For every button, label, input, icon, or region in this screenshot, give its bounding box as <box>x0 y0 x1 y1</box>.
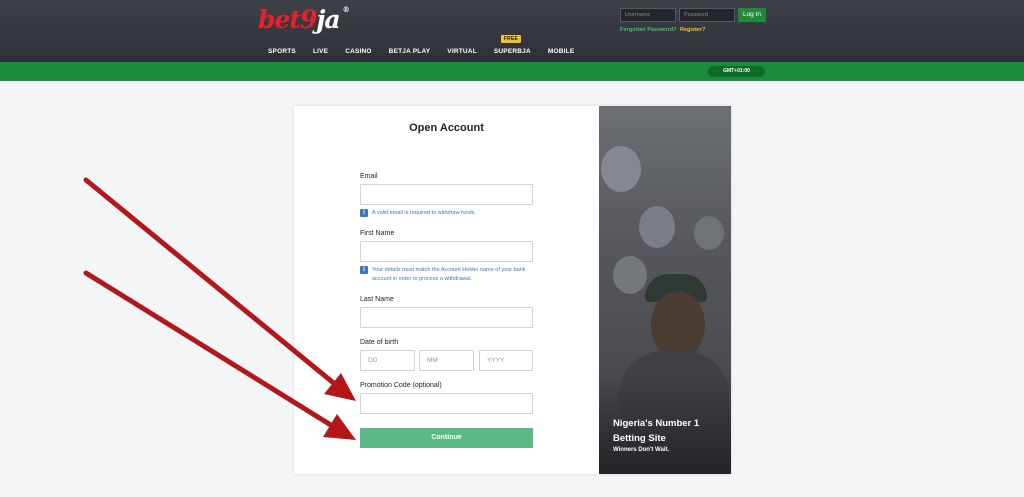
email-field[interactable] <box>360 184 533 205</box>
first-name-field[interactable] <box>360 241 533 262</box>
crowd-fan <box>601 146 641 192</box>
smiling-man <box>651 291 705 359</box>
crowd-fan <box>694 216 724 250</box>
nav-superbja[interactable]: FREE SUPERBJA <box>494 35 531 60</box>
nav-casino[interactable]: CASINO <box>345 48 371 60</box>
dob-label: Date of birth <box>360 339 399 346</box>
timezone-badge: GMT+01:00 <box>708 66 765 77</box>
nav-sports[interactable]: SPORTS <box>268 48 296 60</box>
nav-mobile[interactable]: MOBILE <box>548 48 574 60</box>
registered-mark: ® <box>342 5 350 14</box>
top-header: bet9ja ® SPORTS LIVE CASINO BETJA PLAY VI… <box>0 0 1024 62</box>
password-input[interactable]: Password <box>679 8 735 22</box>
page-title: Open Account <box>409 122 484 134</box>
info-icon: i <box>360 209 368 217</box>
dob-year-field[interactable]: YYYY <box>479 350 533 371</box>
last-name-label: Last Name <box>360 296 394 303</box>
continue-button[interactable]: Continue <box>360 428 533 448</box>
nav-live[interactable]: LIVE <box>313 48 328 60</box>
open-account-card: Open Account Email iA valid email is req… <box>294 106 731 474</box>
username-input[interactable]: Username <box>620 8 676 22</box>
crowd-fan <box>639 206 675 248</box>
first-name-hint: i Your details must match the Account Hol… <box>360 266 532 284</box>
nav-betja-play[interactable]: BETJA PLAY <box>389 48 431 60</box>
promo-code-label: Promotion Code (optional) <box>360 382 442 389</box>
dob-day-field[interactable]: DD <box>360 350 415 371</box>
register-link[interactable]: Register? <box>680 27 705 33</box>
promo-image: Nigeria's Number 1 Betting Site Winners … <box>599 106 731 474</box>
login-button[interactable]: Log In <box>738 8 766 22</box>
promo-subtitle: Winners Don't Wait. <box>613 447 670 453</box>
free-badge: FREE <box>500 35 522 43</box>
green-subbar: GMT+01:00 <box>0 62 1024 81</box>
info-icon: i <box>360 266 368 274</box>
dob-month-field[interactable]: MM <box>419 350 474 371</box>
forgot-password-link[interactable]: Forgotten Password? <box>620 27 677 33</box>
promo-title: Nigeria's Number 1 Betting Site <box>613 418 700 444</box>
bet9ja-logo[interactable]: bet9ja ® <box>258 5 350 34</box>
first-name-label: First Name <box>360 230 395 237</box>
nav-virtual[interactable]: VIRTUAL <box>447 48 477 60</box>
crowd-fan <box>613 256 647 294</box>
promo-code-field[interactable] <box>360 393 533 414</box>
last-name-field[interactable] <box>360 307 533 328</box>
email-hint: iA valid email is required to withdraw f… <box>360 209 532 218</box>
main-nav: SPORTS LIVE CASINO BETJA PLAY VIRTUAL FR… <box>268 35 591 60</box>
email-label: Email <box>360 173 378 180</box>
